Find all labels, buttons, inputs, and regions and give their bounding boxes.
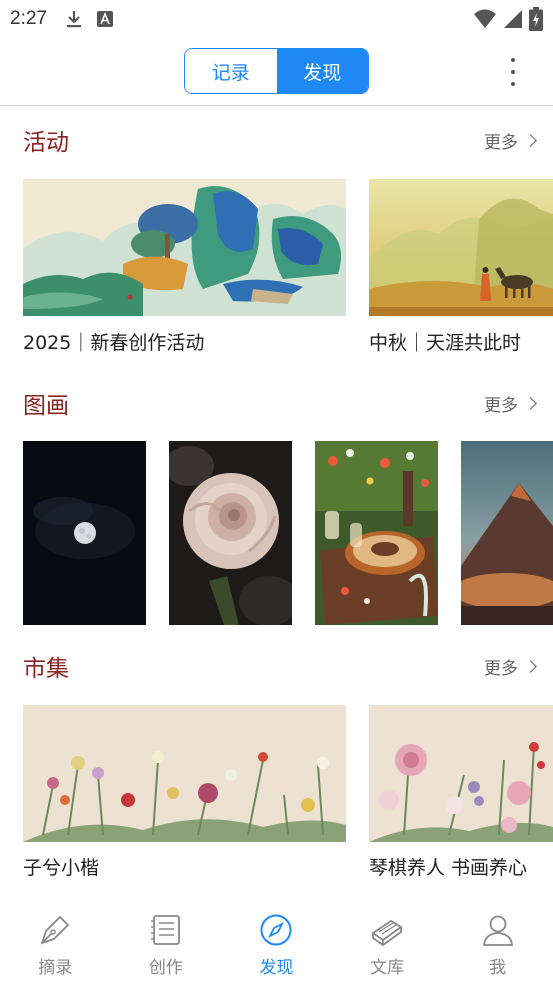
chevron-right-icon (524, 134, 537, 147)
nav-item-me[interactable]: 我 (442, 903, 553, 983)
cake-table-image (315, 441, 438, 625)
nav-item-create[interactable]: 创作 (111, 903, 222, 983)
signal-icon (503, 9, 523, 33)
market-card-small-script[interactable] (23, 705, 346, 842)
notebook-icon (150, 915, 180, 945)
chevron-right-icon (524, 397, 537, 410)
nav-label-me: 我 (489, 958, 507, 978)
wifi-icon (473, 9, 497, 33)
more-label: 更多 (484, 396, 518, 416)
nav-item-library[interactable]: 文库 (332, 903, 443, 983)
more-label: 更多 (484, 133, 518, 153)
more-vertical-icon[interactable] (507, 58, 519, 86)
landscape-painting-image (23, 179, 346, 316)
market-card-qin-chess[interactable] (369, 705, 553, 842)
person-icon (482, 915, 513, 946)
painting-card-cake[interactable] (315, 441, 438, 625)
nav-label-discover: 发现 (259, 958, 294, 978)
moon-image (23, 441, 146, 625)
books-icon (371, 919, 403, 947)
painting-card-rose[interactable] (169, 441, 292, 625)
section-title-activities: 活动 (23, 130, 69, 156)
status-bar: 2:27 (0, 0, 553, 38)
market-caption-small-script: 子兮小楷 (23, 857, 100, 879)
compass-icon (260, 914, 292, 946)
flower-painting-image (23, 705, 346, 842)
market-caption-qin-chess: 琴棋养人 书画养心 (369, 857, 528, 879)
section-title-paintings: 图画 (23, 393, 69, 419)
activity-caption-midautumn: 中秋｜天涯共此时 (369, 332, 522, 354)
battery-charging-icon (529, 7, 543, 35)
tab-record[interactable]: 记录 (185, 49, 277, 93)
download-icon (65, 9, 83, 29)
top-header: 记录 发现 (0, 38, 553, 106)
app-a-icon (96, 11, 113, 27)
rose-image (169, 441, 292, 625)
activity-caption-spring: 2025｜新春创作活动 (23, 332, 205, 354)
nav-item-excerpt[interactable]: 摘录 (0, 903, 111, 983)
chevron-right-icon (524, 660, 537, 673)
more-label: 更多 (484, 659, 518, 679)
nav-item-discover[interactable]: 发现 (221, 903, 332, 983)
nav-label-excerpt: 摘录 (38, 958, 73, 978)
nav-label-library: 文库 (370, 958, 405, 978)
activity-card-spring[interactable] (23, 179, 346, 316)
bottom-navigation: 摘录 创作 发现 文库 我 (0, 903, 553, 983)
tab-discover[interactable]: 发现 (276, 49, 368, 93)
golden-landscape-image (369, 179, 553, 316)
nav-label-create: 创作 (148, 958, 183, 978)
activity-card-midautumn[interactable] (369, 179, 553, 316)
record-discover-segmented-control: 记录 发现 (184, 48, 369, 94)
painting-card-mountain[interactable] (461, 441, 553, 625)
market-more-link[interactable]: 更多 (484, 654, 537, 679)
peony-painting-image (369, 705, 553, 842)
section-title-market: 市集 (23, 656, 69, 682)
status-time: 2:27 (10, 8, 47, 29)
mountain-sunset-image (461, 441, 553, 625)
paintings-more-link[interactable]: 更多 (484, 391, 537, 416)
pen-nib-icon (40, 915, 70, 945)
activities-more-link[interactable]: 更多 (484, 128, 537, 153)
painting-card-moon[interactable] (23, 441, 146, 625)
